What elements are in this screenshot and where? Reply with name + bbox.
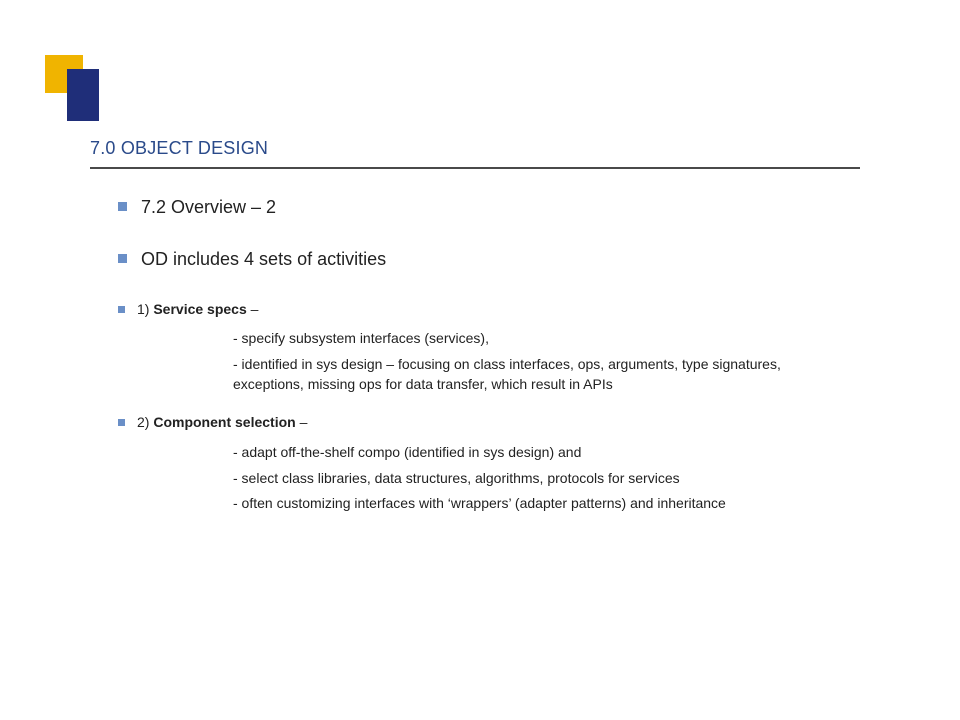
item1-prefix: 1) [137, 301, 153, 317]
slide-title: 7.0 OBJECT DESIGN [90, 138, 880, 167]
item2-sub1: - adapt off-the-shelf compo (identified … [233, 442, 843, 462]
corner-decoration [45, 55, 105, 115]
bullet-item-1: 1) Service specs – [118, 300, 880, 319]
item2-prefix: 2) [137, 414, 153, 430]
spacer [118, 399, 880, 413]
item1-sub2: - identified in sys design – focusing on… [233, 354, 843, 395]
item2-sub3: - often customizing interfaces with ‘wra… [233, 493, 843, 513]
bullet-text: OD includes 4 sets of activities [141, 247, 386, 271]
bullet-text: 7.2 Overview – 2 [141, 195, 276, 219]
title-area: 7.0 OBJECT DESIGN [90, 138, 880, 169]
item1-bold: Service specs [153, 301, 246, 317]
title-underline [90, 167, 860, 169]
item1-sub1: - specify subsystem interfaces (services… [233, 328, 843, 348]
deco-blue-rect [67, 69, 99, 121]
item2-bold: Component selection [153, 414, 295, 430]
bullet-overview: 7.2 Overview – 2 [118, 195, 880, 219]
item1-suffix: – [247, 301, 259, 317]
bullet-text: 1) Service specs – [137, 300, 258, 319]
bullet-icon [118, 306, 125, 313]
slide: 7.0 OBJECT DESIGN 7.2 Overview – 2 OD in… [0, 0, 960, 720]
content-area: 7.2 Overview – 2 OD includes 4 sets of a… [118, 195, 880, 518]
item2-sub2: - select class libraries, data structure… [233, 468, 843, 488]
bullet-item-2: 2) Component selection – [118, 413, 880, 432]
bullet-text: 2) Component selection – [137, 413, 307, 432]
bullet-icon [118, 254, 127, 263]
bullet-icon [118, 419, 125, 426]
bullet-activities: OD includes 4 sets of activities [118, 247, 880, 271]
item2-suffix: – [296, 414, 308, 430]
bullet-icon [118, 202, 127, 211]
